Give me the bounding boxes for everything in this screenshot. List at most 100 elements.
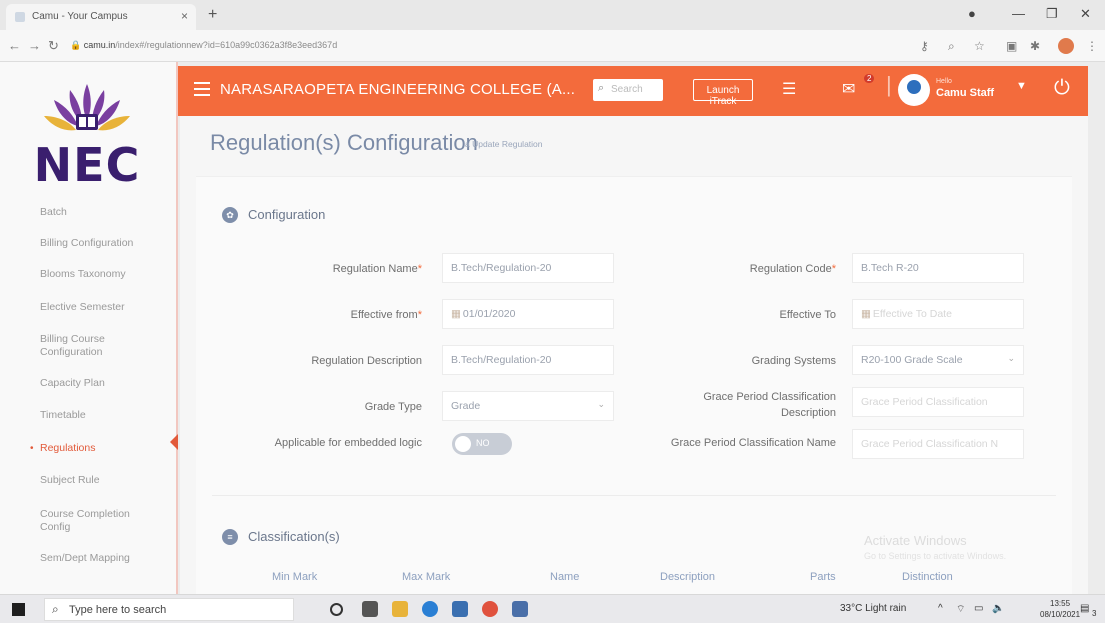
required-mark: * xyxy=(831,263,836,275)
user-greeting: Hello xyxy=(936,78,952,85)
effective-from-field[interactable]: ▦ 01/01/2020 xyxy=(442,299,614,329)
new-tab-icon[interactable]: + xyxy=(208,6,217,24)
grade-type-select[interactable]: Grade ⌄ xyxy=(442,391,614,421)
browser-tab[interactable]: Camu - Your Campus × xyxy=(6,4,196,30)
tab-close-icon[interactable]: × xyxy=(181,9,188,23)
minimize-icon[interactable]: — xyxy=(1012,6,1025,21)
address-bar: ← → ↻ 🔒 camu.in/index#/regulationnew?id=… xyxy=(0,30,1105,62)
sidebar-item-subject-rule[interactable]: Subject Rule xyxy=(0,474,100,487)
window-close-icon[interactable]: ✕ xyxy=(1080,6,1091,22)
account-avatar-icon[interactable] xyxy=(1058,38,1074,54)
column-header-max-mark: Max Mark xyxy=(402,571,451,583)
profile-icon[interactable]: ● xyxy=(968,6,976,21)
reload-icon[interactable]: ↻ xyxy=(48,38,59,54)
user-name[interactable]: Camu Staff xyxy=(936,87,994,99)
activate-windows-body: Go to Settings to activate Windows. xyxy=(864,551,1007,561)
sidebar-item-batch[interactable]: Batch xyxy=(0,206,67,219)
star-icon[interactable]: ☆ xyxy=(974,39,985,53)
weather-status[interactable]: 33°C Light rain xyxy=(840,603,906,614)
sidebar-item-elective-semester[interactable]: Elective Semester xyxy=(0,301,125,314)
forward-icon[interactable]: → xyxy=(28,38,41,53)
embedded-logic-toggle[interactable]: NO xyxy=(452,433,512,455)
regulation-code-field[interactable]: B.Tech R-20 xyxy=(852,253,1024,283)
browser-tabbar: Camu - Your Campus × + ● — ❐ ✕ xyxy=(0,0,1105,30)
search-icon: ⌕ xyxy=(52,602,59,616)
notification-count: 3 xyxy=(1092,609,1097,618)
sidebar-item-regulations-wrapper[interactable]: • Regulations xyxy=(0,442,176,455)
taskbar-clock[interactable]: 13:55 08/10/2021 xyxy=(1040,598,1080,620)
battery-icon[interactable]: ▭ xyxy=(974,603,983,614)
applicable-embedded-logic-label: Applicable for embedded logic xyxy=(274,437,422,449)
store-icon[interactable] xyxy=(452,601,468,617)
page-subtitle[interactable]: a Update Regulation xyxy=(465,139,543,149)
grace-period-name-field[interactable]: Grace Period Classification N xyxy=(852,429,1024,459)
column-header-min-mark: Min Mark xyxy=(272,571,318,583)
chevron-down-icon[interactable]: ▼ xyxy=(1016,80,1027,92)
user-avatar[interactable] xyxy=(898,74,930,106)
list-icon[interactable]: ☰ xyxy=(782,79,796,99)
search-icon: ⌕ xyxy=(598,82,605,94)
logo-text: NEC xyxy=(33,138,141,192)
gears-icon: ✿ xyxy=(222,207,238,223)
app-icon[interactable] xyxy=(512,601,528,617)
regulation-description-label: Regulation Description xyxy=(311,355,422,367)
hamburger-menu-icon[interactable] xyxy=(194,82,210,96)
save-icon[interactable]: ▣ xyxy=(1006,39,1017,53)
zoom-icon[interactable]: ⌕ xyxy=(948,39,955,54)
grace-period-description-field[interactable]: Grace Period Classification xyxy=(852,387,1024,417)
sidebar-item-course-completion-config[interactable]: Course Completion Config xyxy=(0,508,140,534)
task-view-icon[interactable] xyxy=(362,601,378,617)
grading-systems-select[interactable]: R20-100 Grade Scale ⌄ xyxy=(852,345,1024,375)
taskbar-search-input[interactable]: ⌕ Type here to search xyxy=(44,598,294,621)
lotus-icon xyxy=(44,84,130,131)
notification-icon[interactable]: ▤ xyxy=(1080,603,1089,614)
edge-icon[interactable] xyxy=(422,601,438,617)
key-icon[interactable]: ⚷ xyxy=(920,39,929,53)
sidebar-item-regulations[interactable]: Regulations xyxy=(0,442,176,455)
column-header-name: Name xyxy=(550,571,580,583)
effective-to-field[interactable]: ▦ Effective To Date xyxy=(852,299,1024,329)
header-search-input[interactable]: ⌕ Search xyxy=(593,79,663,101)
volume-icon[interactable]: 🔈 xyxy=(992,603,1004,614)
taskbar-search-placeholder: Type here to search xyxy=(69,604,167,616)
college-name[interactable]: NARASARAOPETA ENGINEERING COLLEGE (A... xyxy=(220,81,575,98)
back-icon[interactable]: ← xyxy=(8,38,21,53)
chrome-icon[interactable] xyxy=(482,601,498,617)
sidebar-item-timetable[interactable]: Timetable xyxy=(0,409,86,422)
restore-icon[interactable]: ❐ xyxy=(1046,6,1058,22)
network-icon[interactable]: ⌔ xyxy=(956,603,965,616)
sidebar-item-billing-configuration[interactable]: Billing Configuration xyxy=(0,237,133,250)
windows-taskbar: ⌕ Type here to search 33°C Light rain ^ … xyxy=(0,594,1105,623)
menu-dots-icon[interactable]: ⋮ xyxy=(1086,39,1098,53)
regulation-description-field[interactable]: B.Tech/Regulation-20 xyxy=(442,345,614,375)
list-icon: ≡ xyxy=(222,529,238,545)
regulation-name-field[interactable]: B.Tech/Regulation-20 xyxy=(442,253,614,283)
clock-date: 08/10/2021 xyxy=(1040,610,1081,619)
sidebar-item-blooms-taxonomy[interactable]: Blooms Taxonomy xyxy=(0,268,126,281)
mail-icon[interactable]: ✉ xyxy=(842,79,855,99)
search-placeholder: Search xyxy=(611,84,643,95)
power-icon[interactable]: ⏻ xyxy=(1054,77,1070,100)
app-header: NARASARAOPETA ENGINEERING COLLEGE (A... … xyxy=(178,66,1088,116)
active-indicator xyxy=(170,434,178,450)
header-separator: | xyxy=(886,72,892,97)
sidebar-item-sem-dept-mapping[interactable]: Sem/Dept Mapping xyxy=(0,552,130,565)
sidebar-item-capacity-plan[interactable]: Capacity Plan xyxy=(0,377,105,390)
favicon-icon xyxy=(15,12,25,22)
regulation-code-label: Regulation Code* xyxy=(749,263,836,275)
activate-windows-title: Activate Windows xyxy=(864,533,967,548)
launch-itrack-button[interactable]: Launch iTrack xyxy=(693,79,753,107)
tab-title: Camu - Your Campus xyxy=(32,11,128,22)
grade-type-label: Grade Type xyxy=(364,401,422,413)
cortana-icon[interactable] xyxy=(330,603,343,616)
extensions-icon[interactable]: ✱ xyxy=(1030,39,1040,53)
effective-from-label: Effective from* xyxy=(350,309,422,321)
tray-chevron-icon[interactable]: ^ xyxy=(938,603,943,614)
chevron-down-icon: ⌄ xyxy=(1007,353,1015,363)
sidebar: NEC Batch Billing Configuration Blooms T… xyxy=(0,62,178,594)
url-field[interactable]: 🔒 camu.in/index#/regulationnew?id=610a99… xyxy=(70,40,337,51)
sidebar-item-billing-course-configuration[interactable]: Billing Course Configuration xyxy=(0,333,140,359)
configuration-panel: ✿ Configuration Regulation Name* B.Tech/… xyxy=(196,176,1072,594)
windows-start-icon[interactable] xyxy=(12,603,25,616)
file-explorer-icon[interactable] xyxy=(392,601,408,617)
